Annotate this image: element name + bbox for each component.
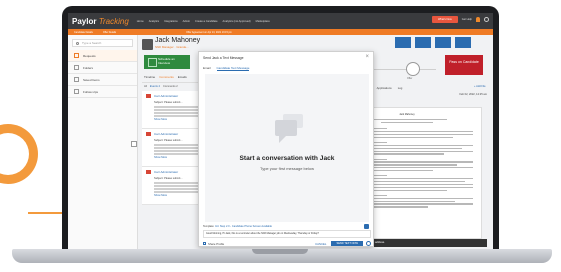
sidebar-item-folders[interactable]: Folders xyxy=(68,62,137,74)
pipeline-label: Offer xyxy=(407,77,413,80)
tab-emails[interactable]: Emails xyxy=(178,75,187,82)
filter-comments[interactable]: Comments 2 xyxy=(163,85,178,88)
conversation-area: Start a conversation with Jack Type your… xyxy=(205,74,369,222)
gear-icon[interactable] xyxy=(484,17,489,22)
calendar-action-button[interactable] xyxy=(435,37,451,48)
decorative-orange-line xyxy=(28,212,64,214)
sidebar-item-label: Follow-Ups xyxy=(83,89,99,94)
search-icon xyxy=(76,41,79,45)
close-icon[interactable]: × xyxy=(365,54,369,60)
send-text-button[interactable]: SEND TEXT NOW xyxy=(331,241,363,246)
share-profile-label: Share Profile xyxy=(208,241,225,246)
schedule-interview-button[interactable]: Schedule an Interview xyxy=(144,55,190,69)
candidate-name: Jack Mahoney xyxy=(155,37,201,44)
laptop-screen: Paylor Tracking Home Analytics Integrati… xyxy=(68,13,493,249)
pass-on-candidate-button[interactable]: Pass on Candidate xyxy=(445,55,483,75)
tab-applications[interactable]: Applications xyxy=(377,86,392,90)
message-action-button[interactable] xyxy=(415,37,431,48)
sidebar-item-label: Saved Items xyxy=(83,77,100,82)
more-action-button[interactable] xyxy=(455,37,471,48)
subbar-offer-agreement: Offer Agreement on Apr 13, 2021 13:15 pm xyxy=(186,30,232,34)
empty-state-subtitle: Type your first message below xyxy=(259,166,315,171)
sidebar-item-label: Folders xyxy=(83,65,94,70)
search-placeholder: Type a Search xyxy=(82,41,102,45)
filter-events[interactable]: Events 4 xyxy=(150,85,160,88)
tab-timeline[interactable]: Timeline xyxy=(144,75,155,82)
modal-footer: Share Profile CANCEL SEND TEXT NOW xyxy=(203,240,371,247)
nav-item-marketplace[interactable]: Marketplace xyxy=(256,20,270,23)
select-checkbox[interactable] xyxy=(131,141,137,147)
activity-filter: All Events 4 Comments 2 xyxy=(144,85,178,88)
cancel-button[interactable]: CANCEL xyxy=(315,242,326,246)
template-label: Template: xyxy=(203,225,215,228)
nav-item-analytics-unapproved[interactable]: Analytics (not Approved) xyxy=(223,20,251,23)
laptop-notch xyxy=(252,249,308,254)
sidebar-item-label: Requests xyxy=(83,53,96,58)
pipeline-node-offer[interactable] xyxy=(406,62,420,76)
clock-icon[interactable] xyxy=(366,241,371,246)
bookmark-icon xyxy=(74,77,79,82)
nav-item-analytics[interactable]: Analytics xyxy=(149,20,159,23)
sidebar-item-saved[interactable]: Saved Items xyxy=(68,74,137,86)
sidebar-item-follow-ups[interactable]: Follow-Ups xyxy=(68,86,137,98)
candidate-action-buttons xyxy=(395,37,471,48)
template-selector[interactable]: Template: Intl. Step 2.0 - Candidate Pho… xyxy=(203,225,272,228)
nav-item-admin[interactable]: Admin xyxy=(183,20,190,23)
sidebar: Type a Search Requests Folders Saved Ite… xyxy=(68,35,138,249)
candidate-avatar xyxy=(142,39,153,50)
bell-icon[interactable] xyxy=(476,17,480,22)
nav-item-integrations[interactable]: Integrations xyxy=(164,20,178,23)
nav-item-create-candidate[interactable]: Create a Candidate xyxy=(195,20,218,23)
document-date: Feb 02, 2022, 12:25 am xyxy=(459,93,487,96)
subbar-candidate-details[interactable]: Candidate Details xyxy=(74,31,93,34)
tab-email[interactable]: Email xyxy=(203,66,211,71)
message-input[interactable]: Good Morning, Hi Jack, this is a reminde… xyxy=(203,230,371,238)
template-options-icon[interactable] xyxy=(364,224,369,229)
chat-bubble-icon xyxy=(275,120,297,143)
share-icon xyxy=(203,242,206,245)
nav-item-home[interactable]: Home xyxy=(137,20,144,23)
tab-comments[interactable]: Comments xyxy=(159,75,174,82)
tab-candidate-text-message[interactable]: Candidate Text Message xyxy=(216,66,250,71)
sidebar-item-requests[interactable]: Requests xyxy=(68,50,137,62)
add-file-link[interactable]: + Add File xyxy=(474,85,486,88)
folder-icon xyxy=(74,65,79,70)
subbar-offer-details[interactable]: Offer Details xyxy=(103,31,116,34)
decorative-orange-arc xyxy=(0,124,38,184)
template-value[interactable]: Intl. Step 2.0 - Candidate Phone Screen … xyxy=(215,225,272,228)
top-navigation: Paylor Tracking Home Analytics Integrati… xyxy=(68,13,493,29)
text-message-modal: Send Jack a Text Message × Email Candida… xyxy=(198,51,374,247)
modal-title: Send Jack a Text Message xyxy=(203,56,244,60)
app-logo[interactable]: Paylor Tracking xyxy=(72,17,129,26)
flag-icon xyxy=(74,89,79,94)
tab-log[interactable]: Log xyxy=(398,86,403,90)
modal-tabs: Email Candidate Text Message xyxy=(203,66,250,71)
whats-new-button[interactable]: What's New xyxy=(431,16,458,23)
get-help-link[interactable]: Get Help xyxy=(462,18,472,21)
email-action-button[interactable] xyxy=(395,37,411,48)
search-input[interactable]: Type a Search xyxy=(72,39,133,47)
filter-all[interactable]: All xyxy=(144,85,147,88)
empty-state-title: Start a conversation with Jack xyxy=(239,155,335,162)
candidate-job-link[interactable]: Shift Manager · Grande... xyxy=(155,45,189,49)
requests-icon xyxy=(74,53,79,58)
share-profile-toggle[interactable]: Share Profile xyxy=(203,242,224,246)
